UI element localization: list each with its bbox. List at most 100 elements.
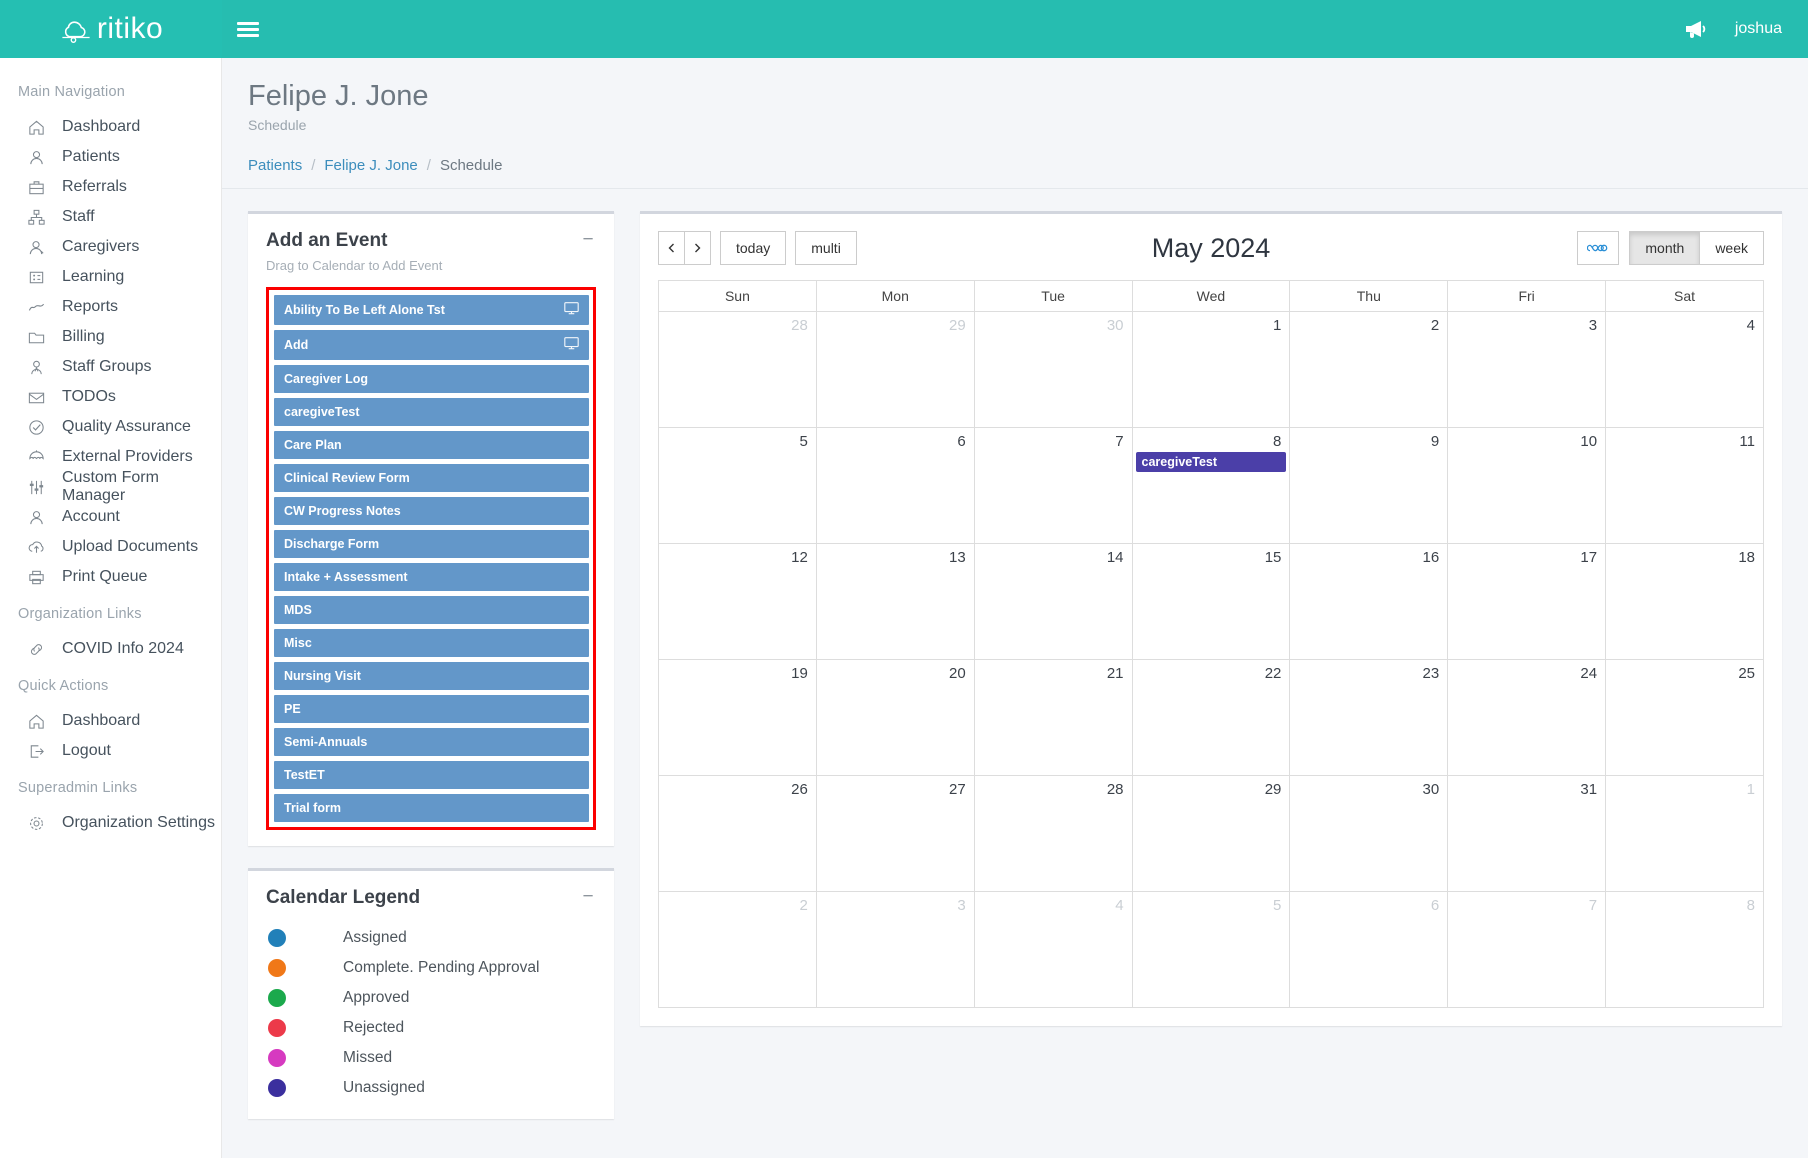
calendar-view-week-button[interactable]: week [1699, 231, 1764, 265]
calendar-day-cell[interactable]: 7 [974, 428, 1132, 544]
calendar-day-cell[interactable]: 11 [1606, 428, 1764, 544]
event-template-item[interactable]: Misc [274, 629, 589, 657]
sidebar-item-patients[interactable]: Patients [0, 142, 221, 172]
event-template-item[interactable]: Care Plan [274, 431, 589, 459]
calendar-day-cell[interactable]: 29 [816, 312, 974, 428]
breadcrumb-item-patient[interactable]: Felipe J. Jone [324, 157, 417, 174]
calendar-day-cell[interactable]: 30 [974, 312, 1132, 428]
calendar-event[interactable]: caregiveTest [1136, 452, 1287, 472]
calendar-day-cell[interactable]: 30 [1290, 776, 1448, 892]
calendar-view-month-button[interactable]: month [1629, 231, 1700, 265]
sidebar-item-learning[interactable]: Learning [0, 262, 221, 292]
calendar-day-cell[interactable]: 3 [1448, 312, 1606, 428]
event-template-item[interactable]: Intake + Assessment [274, 563, 589, 591]
calendar-day-cell[interactable]: 5 [1132, 892, 1290, 1008]
calendar-day-cell[interactable]: 7 [1448, 892, 1606, 1008]
calendar-view-controls: month week [1577, 231, 1764, 265]
event-template-item[interactable]: Ability To Be Left Alone Tst [274, 295, 589, 325]
event-template-item[interactable]: Caregiver Log [274, 365, 589, 393]
calendar-day-cell[interactable]: 24 [1448, 660, 1606, 776]
calendar-today-button[interactable]: today [720, 231, 786, 265]
sidebar-item-organization-settings[interactable]: Organization Settings [0, 808, 221, 838]
user-menu[interactable]: joshua [1735, 20, 1782, 38]
calendar-day-cell[interactable]: 15 [1132, 544, 1290, 660]
hamburger-icon[interactable] [222, 0, 274, 58]
calendar-day-cell[interactable]: 23 [1290, 660, 1448, 776]
event-template-item[interactable]: Add [274, 330, 589, 360]
calendar-day-cell[interactable]: 6 [816, 428, 974, 544]
calendar-day-cell[interactable]: 8 [1606, 892, 1764, 1008]
calendar-day-cell[interactable]: 8caregiveTest [1132, 428, 1290, 544]
calendar-day-cell[interactable]: 19 [659, 660, 817, 776]
sidebar-item-dashboard[interactable]: Dashboard [0, 112, 221, 142]
calendar-day-cell[interactable]: 27 [816, 776, 974, 892]
sidebar-item-label: Staff Groups [62, 358, 152, 376]
sidebar-item-upload-documents[interactable]: Upload Documents [0, 532, 221, 562]
event-template-item[interactable]: Discharge Form [274, 530, 589, 558]
calendar-day-cell[interactable]: 4 [974, 892, 1132, 1008]
calendar-day-cell[interactable]: 22 [1132, 660, 1290, 776]
calendar-week-row: 2829301234 [659, 312, 1764, 428]
sidebar-item-account[interactable]: Account [0, 502, 221, 532]
calendar-day-cell[interactable]: 13 [816, 544, 974, 660]
calendar-day-cell[interactable]: 10 [1448, 428, 1606, 544]
calendar-day-cell[interactable]: 4 [1606, 312, 1764, 428]
event-template-item[interactable]: Clinical Review Form [274, 464, 589, 492]
add-event-collapse-button[interactable]: − [580, 230, 596, 249]
event-template-item[interactable]: MDS [274, 596, 589, 624]
calendar-day-cell[interactable]: 3 [816, 892, 974, 1008]
calendar-day-cell[interactable]: 29 [1132, 776, 1290, 892]
sidebar-item-staff[interactable]: Staff [0, 202, 221, 232]
calendar-day-cell[interactable]: 20 [816, 660, 974, 776]
calendar-day-cell[interactable]: 31 [1448, 776, 1606, 892]
sidebar-item-print-queue[interactable]: Print Queue [0, 562, 221, 592]
sidebar-item-external-providers[interactable]: External Providers [0, 442, 221, 472]
sidebar-item-todos[interactable]: TODOs [0, 382, 221, 412]
sidebar-item-caregivers[interactable]: Caregivers [0, 232, 221, 262]
calendar-day-cell[interactable]: 2 [1290, 312, 1448, 428]
sidebar-item-custom-form-manager[interactable]: Custom Form Manager [0, 472, 221, 502]
event-template-item[interactable]: Trial form [274, 794, 589, 822]
event-template-item[interactable]: PE [274, 695, 589, 723]
calendar-day-cell[interactable]: 5 [659, 428, 817, 544]
calendar-next-button[interactable] [684, 231, 711, 265]
calendar-day-cell[interactable]: 1 [1132, 312, 1290, 428]
event-template-label: PE [284, 702, 301, 716]
calendar-day-cell[interactable]: 26 [659, 776, 817, 892]
calendar-day-cell[interactable]: 17 [1448, 544, 1606, 660]
calendar-day-cell[interactable]: 14 [974, 544, 1132, 660]
calendar-day-cell[interactable]: 16 [1290, 544, 1448, 660]
calendar-day-cell[interactable]: 25 [1606, 660, 1764, 776]
sidebar-item-reports[interactable]: Reports [0, 292, 221, 322]
sidebar-item-covid-info[interactable]: COVID Info 2024 [0, 634, 221, 664]
calendar-week-row: 2345678 [659, 892, 1764, 1008]
sidebar-item-logout[interactable]: Logout [0, 736, 221, 766]
calendar-day-cell[interactable]: 1 [1606, 776, 1764, 892]
calendar-day-cell[interactable]: 9 [1290, 428, 1448, 544]
sidebar-item-billing[interactable]: Billing [0, 322, 221, 352]
event-template-item[interactable]: CW Progress Notes [274, 497, 589, 525]
calendar-day-cell[interactable]: 28 [974, 776, 1132, 892]
calendar-day-cell[interactable]: 21 [974, 660, 1132, 776]
sidebar-item-referrals[interactable]: Referrals [0, 172, 221, 202]
brand-logo-link[interactable]: ritiko [0, 0, 222, 58]
calendar-link-button[interactable] [1577, 231, 1619, 265]
legend-collapse-button[interactable]: − [580, 887, 596, 906]
breadcrumb-item-patients[interactable]: Patients [248, 157, 302, 174]
calendar-prev-button[interactable] [658, 231, 685, 265]
calendar-day-cell[interactable]: 2 [659, 892, 817, 1008]
event-template-item[interactable]: TestET [274, 761, 589, 789]
calendar-day-cell[interactable]: 28 [659, 312, 817, 428]
calendar-day-cell[interactable]: 6 [1290, 892, 1448, 1008]
sidebar-item-staff-groups[interactable]: Staff Groups [0, 352, 221, 382]
calendar-day-number: 16 [1290, 544, 1447, 566]
calendar-day-cell[interactable]: 18 [1606, 544, 1764, 660]
sidebar-item-quality-assurance[interactable]: Quality Assurance [0, 412, 221, 442]
event-template-item[interactable]: Nursing Visit [274, 662, 589, 690]
calendar-multi-button[interactable]: multi [795, 231, 857, 265]
megaphone-icon[interactable] [1683, 18, 1709, 40]
event-template-item[interactable]: caregiveTest [274, 398, 589, 426]
event-template-item[interactable]: Semi-Annuals [274, 728, 589, 756]
calendar-day-cell[interactable]: 12 [659, 544, 817, 660]
sidebar-item-quick-dashboard[interactable]: Dashboard [0, 706, 221, 736]
